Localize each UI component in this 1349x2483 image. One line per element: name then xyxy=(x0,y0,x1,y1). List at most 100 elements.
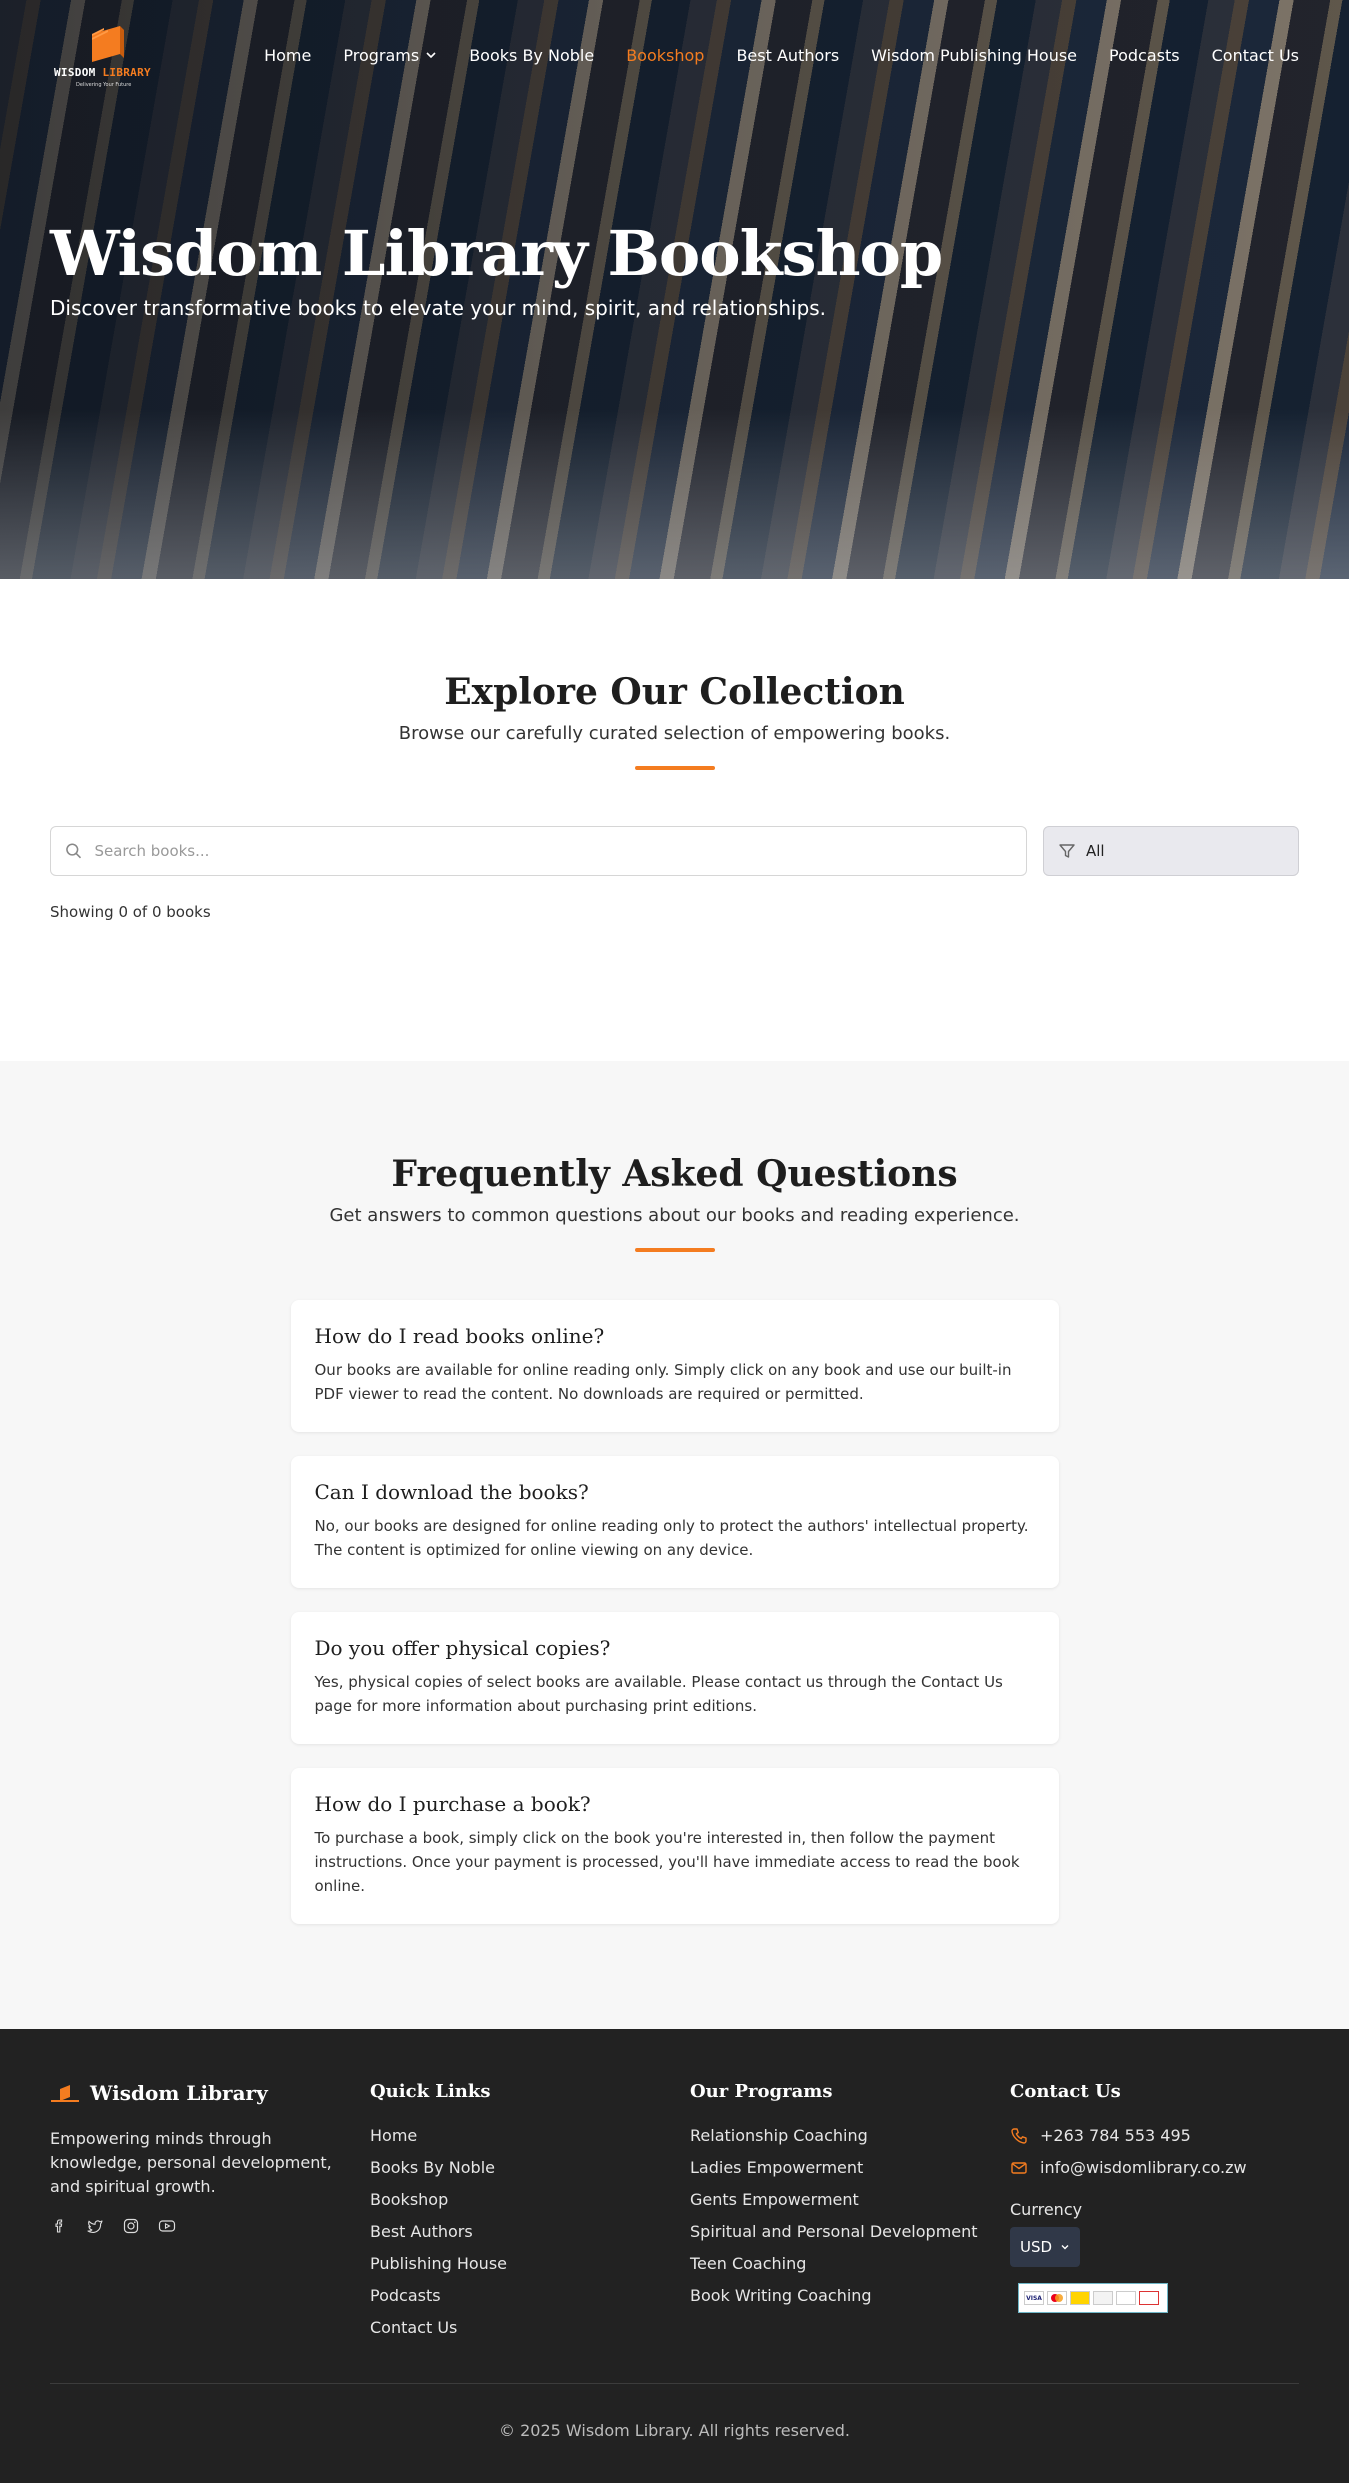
programs-heading: Our Programs xyxy=(690,2081,833,2102)
footer-link-bookshop[interactable]: Bookshop xyxy=(370,2184,690,2216)
instagram-icon[interactable] xyxy=(122,2217,140,2235)
faq-answer: Yes, physical copies of select books are… xyxy=(314,1673,1003,1715)
program-link[interactable]: Teen Coaching xyxy=(690,2248,1010,2280)
payment-card-icon xyxy=(1116,2291,1136,2305)
payment-card-icon xyxy=(1139,2291,1159,2305)
footer-divider xyxy=(50,2383,1299,2384)
footer-link-contact-us[interactable]: Contact Us xyxy=(370,2312,690,2344)
contact-phone[interactable]: +263 784 553 495 xyxy=(1010,2120,1299,2152)
nav-item-books-by-noble[interactable]: Books By Noble xyxy=(469,46,594,65)
program-link[interactable]: Gents Empowerment xyxy=(690,2184,1010,2216)
faq-item: How do I purchase a book? To purchase a … xyxy=(290,1768,1059,1924)
footer-link-home[interactable]: Home xyxy=(370,2120,690,2152)
title-divider xyxy=(634,766,715,770)
currency-select[interactable]: USD xyxy=(1010,2227,1080,2267)
phone-number: +263 784 553 495 xyxy=(1040,2126,1191,2145)
footer-quick-links-column: Quick Links Home Books By Noble Bookshop… xyxy=(370,2081,690,2344)
faq-subtitle: Get answers to common questions about ou… xyxy=(329,1205,1020,1226)
search-row: All xyxy=(50,826,1299,876)
footer-brand[interactable]: Wisdom Library xyxy=(50,2081,370,2105)
faq-list: How do I read books online? Our books ar… xyxy=(290,1300,1059,1924)
programs-list: Relationship Coaching Ladies Empowerment… xyxy=(690,2120,1010,2312)
footer-programs-column: Our Programs Relationship Coaching Ladie… xyxy=(690,2081,1010,2344)
search-input[interactable] xyxy=(94,842,1012,860)
nav-item-best-authors[interactable]: Best Authors xyxy=(736,46,839,65)
youtube-icon[interactable] xyxy=(158,2217,176,2235)
title-divider xyxy=(634,1248,715,1252)
mastercard-icon xyxy=(1047,2291,1067,2305)
site-footer: Wisdom Library Empowering minds through … xyxy=(0,2029,1349,2483)
mail-icon xyxy=(1011,2162,1027,2174)
nav-item-home[interactable]: Home xyxy=(264,46,311,65)
footer-contact-column: Contact Us +263 784 553 495 info@wisdoml… xyxy=(1010,2081,1299,2344)
footer-link-books-by-noble[interactable]: Books By Noble xyxy=(370,2152,690,2184)
faq-question: How do I read books online? xyxy=(314,1324,605,1348)
social-links xyxy=(50,2217,370,2235)
search-box xyxy=(50,826,1027,876)
filter-icon xyxy=(1059,844,1075,858)
visa-icon: VISA xyxy=(1024,2291,1044,2305)
results-count: Showing 0 of 0 books xyxy=(50,903,211,921)
faq-item: Can I download the books? No, our books … xyxy=(290,1456,1059,1588)
hero-subtitle: Discover transformative books to elevate… xyxy=(50,296,827,320)
footer-link-publishing-house[interactable]: Publishing House xyxy=(370,2248,690,2280)
collection-section: Explore Our Collection Browse our carefu… xyxy=(0,579,1349,1061)
twitter-icon[interactable] xyxy=(86,2217,104,2235)
book-logo-icon xyxy=(92,26,124,62)
faq-item: How do I read books online? Our books ar… xyxy=(290,1300,1059,1432)
nav-item-podcasts[interactable]: Podcasts xyxy=(1109,46,1180,65)
footer-columns: Wisdom Library Empowering minds through … xyxy=(50,2081,1299,2344)
nav-item-bookshop[interactable]: Bookshop xyxy=(626,46,704,65)
faq-title: Frequently Asked Questions xyxy=(391,1153,958,1195)
payment-methods-badge: VISA xyxy=(1018,2283,1168,2313)
collection-title: Explore Our Collection xyxy=(444,671,905,713)
faq-question: Do you offer physical copies? xyxy=(314,1636,611,1660)
program-link[interactable]: Book Writing Coaching xyxy=(690,2280,1010,2312)
collection-subtitle: Browse our carefully curated selection o… xyxy=(398,723,951,744)
nav-item-contact-us[interactable]: Contact Us xyxy=(1212,46,1299,65)
category-filter-select[interactable]: All xyxy=(1043,826,1299,876)
footer-link-best-authors[interactable]: Best Authors xyxy=(370,2216,690,2248)
nav-item-programs[interactable]: Programs xyxy=(343,46,437,65)
hero-title: Wisdom Library Bookshop xyxy=(50,217,943,290)
quick-links-list: Home Books By Noble Bookshop Best Author… xyxy=(370,2120,690,2344)
logo-tagline: Delivering Your Future xyxy=(76,82,132,88)
faq-answer: No, our books are designed for online re… xyxy=(314,1517,1029,1559)
hero-text: Wisdom Library Bookshop Discover transfo… xyxy=(50,217,943,321)
copyright: © 2025 Wisdom Library. All rights reserv… xyxy=(499,2421,850,2440)
faq-answer: To purchase a book, simply click on the … xyxy=(314,1829,1020,1895)
currency-value: USD xyxy=(1020,2238,1053,2256)
faq-section: Frequently Asked Questions Get answers t… xyxy=(0,1061,1349,2029)
top-navigation: WISDOM LIBRARY Delivering Your Future Ho… xyxy=(0,0,1349,110)
hero-section: WISDOM LIBRARY Delivering Your Future Ho… xyxy=(0,0,1349,579)
chevron-down-icon xyxy=(426,52,436,59)
footer-brand-name: Wisdom Library xyxy=(90,2081,268,2105)
site-logo[interactable]: WISDOM LIBRARY Delivering Your Future xyxy=(50,18,164,92)
logo-wordmark: WISDOM LIBRARY xyxy=(54,66,151,79)
email-address: info@wisdomlibrary.co.zw xyxy=(1040,2158,1247,2177)
search-icon xyxy=(66,843,82,859)
contact-heading: Contact Us xyxy=(1010,2081,1121,2102)
currency-label: Currency xyxy=(1010,2200,1083,2219)
quick-links-heading: Quick Links xyxy=(370,2081,491,2102)
footer-brand-column: Wisdom Library Empowering minds through … xyxy=(50,2081,370,2344)
faq-item: Do you offer physical copies? Yes, physi… xyxy=(290,1612,1059,1744)
footer-description: Empowering minds through knowledge, pers… xyxy=(50,2129,332,2196)
faq-question: Can I download the books? xyxy=(314,1480,589,1504)
phone-icon xyxy=(1011,2128,1027,2144)
payment-card-icon xyxy=(1093,2291,1113,2305)
footer-link-podcasts[interactable]: Podcasts xyxy=(370,2280,690,2312)
program-link[interactable]: Spiritual and Personal Development xyxy=(690,2216,1010,2248)
contact-email[interactable]: info@wisdomlibrary.co.zw xyxy=(1010,2152,1299,2184)
book-logo-icon xyxy=(51,2085,79,2102)
program-link[interactable]: Relationship Coaching xyxy=(690,2120,1010,2152)
faq-answer: Our books are available for online readi… xyxy=(314,1361,1012,1403)
chevron-down-icon xyxy=(1061,2245,1069,2250)
nav-item-publishing-house[interactable]: Wisdom Publishing House xyxy=(871,46,1077,65)
nav-menu: Home Programs Books By Noble Bookshop Be… xyxy=(264,46,1299,65)
program-link[interactable]: Ladies Empowerment xyxy=(690,2152,1010,2184)
filter-value: All xyxy=(1086,842,1105,860)
payment-card-icon xyxy=(1070,2291,1090,2305)
facebook-icon[interactable] xyxy=(50,2217,68,2235)
faq-question: How do I purchase a book? xyxy=(314,1792,591,1816)
